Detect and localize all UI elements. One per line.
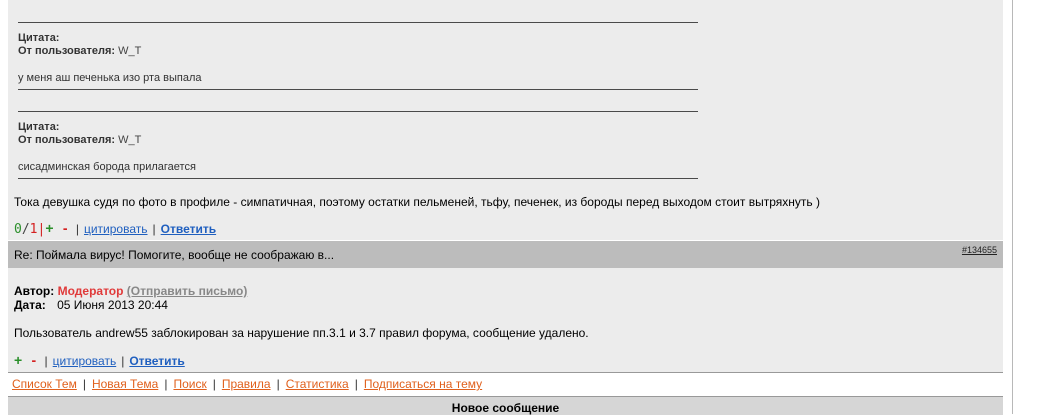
rating-slash: / (21, 222, 30, 237)
nav-statistics[interactable]: Статистика (286, 377, 349, 391)
post-title: Re: Поймала вирус! Помогите, вообще не с… (14, 248, 335, 262)
send-mail-link[interactable]: (Отправить письмо) (127, 284, 248, 298)
post-message: Пользователь andrew55 заблокирован за на… (14, 326, 589, 340)
vote-minus-button[interactable]: - (63, 220, 68, 236)
nav-rules[interactable]: Правила (222, 377, 271, 391)
quote-block: Цитата: От пользователя: W_T у меня аш пе… (18, 22, 698, 90)
quote-text: сисадминская борода прилагается (18, 161, 196, 173)
separator: | (121, 354, 125, 368)
post-meta: Автор: Модератор (Отправить письмо) Дата… (14, 284, 247, 312)
quote-from-label: От пользователя: (18, 134, 116, 146)
reply-link[interactable]: Ответить (129, 354, 184, 368)
nav-topic-list[interactable]: Список Тем (12, 377, 77, 391)
thread-nav: Список Тем | Новая Тема | Поиск | Правила | Стат… (12, 377, 482, 391)
separator: | (212, 377, 216, 391)
quote-text: у меня аш печенька изо рта выпала (18, 72, 202, 84)
quote-block: Цитата: От пользователя: W_T сисадминская… (18, 111, 698, 179)
quote-divider (18, 89, 698, 90)
separator: | (75, 222, 79, 236)
quote-from-label: От пользователя: (18, 45, 116, 57)
vote-plus-button[interactable]: + (45, 220, 53, 236)
quote-username: W_T (118, 134, 142, 146)
new-message-header: Новое сообщение (8, 396, 1003, 415)
date-label: Дата: (14, 298, 46, 312)
post-number-link[interactable]: #134655 (962, 245, 997, 255)
quote-label: Цитата: (18, 32, 60, 44)
vote-plus-button[interactable]: + (14, 352, 22, 368)
nav-search[interactable]: Поиск (173, 377, 206, 391)
quote-link[interactable]: цитировать (84, 222, 148, 236)
separator: | (44, 354, 48, 368)
left-frame (0, 0, 8, 414)
date-line: Дата: 05 Июня 2013 20:44 (14, 298, 247, 312)
author-line: Автор: Модератор (Отправить письмо) (14, 284, 247, 298)
post-body: Цитата: От пользователя: W_T у меня аш пе… (8, 0, 1003, 240)
separator: | (354, 377, 358, 391)
quote-author: От пользователя: W_T (18, 134, 698, 147)
quote-divider (18, 178, 698, 179)
quote-username: W_T (118, 45, 142, 57)
post-actions: 0/1|+ - | цитировать | Ответить (14, 220, 216, 237)
nav-subscribe[interactable]: Подписаться на тему (364, 377, 482, 391)
post-header: Re: Поймала вирус! Помогите, вообще не с… (8, 241, 1003, 268)
separator: | (276, 377, 280, 391)
author-name[interactable]: Модератор (58, 284, 124, 298)
right-frame-divider (1012, 0, 1013, 414)
divider (8, 372, 1003, 373)
post-body: Автор: Модератор (Отправить письмо) Дата… (8, 268, 1003, 372)
forum-thread: Цитата: От пользователя: W_T у меня аш пе… (8, 0, 1003, 415)
vote-minus-button[interactable]: - (32, 352, 37, 368)
author-label: Автор: (14, 284, 55, 298)
separator: | (164, 377, 168, 391)
rating-counter: 0/1| (14, 222, 45, 237)
quote-divider (18, 22, 698, 23)
nav-new-topic[interactable]: Новая Тема (92, 377, 158, 391)
post-actions: + - | цитировать | Ответить (14, 352, 185, 368)
quote-label: Цитата: (18, 121, 60, 133)
separator: | (152, 222, 156, 236)
separator: | (82, 377, 86, 391)
quote-author: От пользователя: W_T (18, 45, 698, 58)
quote-link[interactable]: цитировать (53, 354, 117, 368)
post-message: Тока девушка судя по фото в профиле - си… (14, 195, 820, 209)
post-date: 05 Июня 2013 20:44 (57, 298, 168, 312)
reply-link[interactable]: Ответить (161, 222, 216, 236)
rating-up: 0 (14, 222, 22, 237)
quote-divider (18, 111, 698, 112)
